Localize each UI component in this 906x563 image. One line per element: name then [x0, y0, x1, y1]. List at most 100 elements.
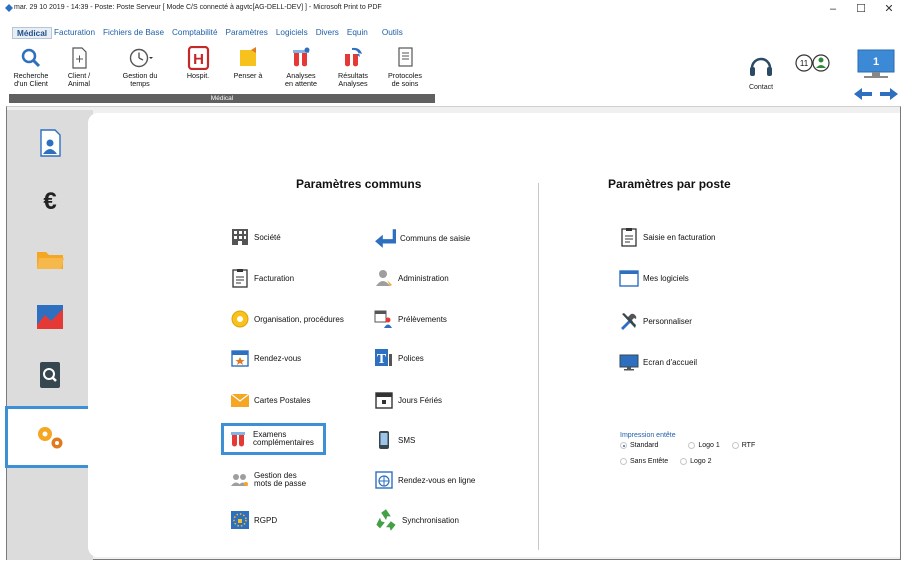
- impression-entete-group: Impression entête Standard Logo 1 RTF Sa…: [620, 432, 765, 467]
- svg-text:T: T: [377, 352, 387, 367]
- item-rendez-vous[interactable]: Rendez-vous: [230, 348, 301, 368]
- calendar-people-icon: [374, 310, 392, 328]
- protocoles-de-soins-button[interactable]: Protocoles de soins: [383, 46, 427, 87]
- radio-rtf[interactable]: RTF: [731, 442, 755, 449]
- item-mes-logiciels[interactable]: Mes logiciels: [619, 268, 689, 288]
- font-icon: T: [375, 349, 392, 367]
- item-rgpd[interactable]: RGPD: [230, 510, 277, 530]
- menu-fichiers-de-base[interactable]: Fichiers de Base: [99, 27, 168, 39]
- lab-flasks-icon: [293, 47, 310, 67]
- svg-text:H: H: [193, 51, 204, 68]
- sidebar-item-search[interactable]: [7, 346, 93, 404]
- impression-entete-label: Impression entête: [620, 432, 676, 439]
- item-examens-complementaires[interactable]: Examens complémentaires: [221, 423, 326, 455]
- sidebar: €: [5, 110, 95, 560]
- item-polices[interactable]: T Polices: [374, 348, 424, 368]
- menu-logiciels[interactable]: Logiciels: [272, 27, 312, 39]
- chart-icon: [37, 305, 63, 329]
- item-facturation[interactable]: Facturation: [230, 268, 294, 288]
- item-gestion-mots-de-passe-label: Gestion des mots de passe: [254, 471, 307, 488]
- sidebar-item-stats[interactable]: [7, 288, 93, 346]
- penser-a-button[interactable]: Penser à: [231, 46, 265, 80]
- item-communs-de-saisie[interactable]: Communs de saisie: [374, 227, 470, 249]
- client-animal-button[interactable]: Client / Animal: [61, 46, 97, 87]
- item-personnaliser[interactable]: Personnaliser: [619, 311, 692, 331]
- item-prelevements[interactable]: Prélèvements: [374, 309, 447, 329]
- sidebar-item-files[interactable]: [7, 230, 93, 288]
- item-ecran-d-accueil[interactable]: Ecran d'accueil: [619, 352, 697, 372]
- item-facturation-label: Facturation: [254, 273, 295, 283]
- calendar-star-icon: [231, 350, 249, 367]
- menu-equin[interactable]: Equin: [343, 27, 372, 39]
- item-communs-de-saisie-label: Communs de saisie: [400, 233, 471, 243]
- item-jours-feries[interactable]: Jours Fériés: [374, 390, 442, 410]
- clipboard-icon: [621, 228, 637, 247]
- radio-sans-entete[interactable]: Sans Entête: [620, 458, 668, 465]
- contact-button[interactable]: Contact: [744, 52, 778, 91]
- menu-facturation[interactable]: Facturation: [52, 27, 99, 39]
- item-jours-feries-label: Jours Fériés: [398, 395, 443, 405]
- resultats-analyses-button[interactable]: Résultats Analyses: [333, 46, 373, 87]
- item-rendez-vous-label: Rendez-vous: [254, 353, 302, 363]
- item-rendez-vous-en-ligne[interactable]: Rendez-vous en ligne: [374, 470, 475, 490]
- item-administration[interactable]: Administration: [374, 268, 449, 288]
- item-sms[interactable]: SMS: [374, 430, 415, 450]
- search-client-button[interactable]: Recherche d'un Client: [11, 46, 51, 87]
- arrow-left-icon: [854, 88, 872, 100]
- gears-icon: [38, 427, 63, 449]
- menu-divers[interactable]: Divers: [312, 27, 343, 39]
- sidebar-item-settings[interactable]: [5, 406, 95, 468]
- menu-outils[interactable]: Outils: [378, 27, 407, 39]
- menu-parametres[interactable]: Paramètres: [222, 27, 272, 39]
- hospit-label: Hospit.: [186, 71, 210, 80]
- hospital-icon: H: [187, 46, 210, 70]
- item-organisation-label: Organisation, procédures: [254, 314, 344, 324]
- time-management-label: Gestion du temps: [122, 71, 158, 88]
- hospit-button[interactable]: H Hospit.: [181, 46, 215, 80]
- online-calendar-icon: [375, 471, 393, 489]
- item-rgpd-label: RGPD: [254, 515, 278, 525]
- analyses-en-attente-button[interactable]: Analyses en attente: [279, 46, 323, 87]
- item-gestion-mots-de-passe[interactable]: Gestion des mots de passe: [230, 470, 306, 490]
- protocoles-de-soins-label: Protocoles de soins: [388, 71, 422, 88]
- radio-logo-2[interactable]: Logo 2: [680, 458, 712, 465]
- svg-text:€: €: [43, 188, 56, 215]
- menu-comptabilite[interactable]: Comptabilité: [168, 27, 222, 39]
- users-badge[interactable]: 11: [794, 53, 832, 75]
- close-button[interactable]: ✕: [874, 0, 904, 20]
- document-icon: [72, 47, 87, 69]
- test-tubes-icon: [231, 432, 245, 447]
- time-management-button[interactable]: Gestion du temps: [117, 46, 163, 87]
- item-cartes-postales[interactable]: Cartes Postales: [230, 390, 310, 410]
- envelope-icon: [230, 393, 250, 407]
- folder-icon: [37, 252, 64, 269]
- minimize-button[interactable]: –: [818, 0, 848, 20]
- menu-medical[interactable]: Médical: [12, 27, 53, 39]
- item-organisation[interactable]: Organisation, procédures: [230, 309, 344, 329]
- radio-logo-1[interactable]: Logo 1: [688, 442, 720, 449]
- section-divider: [538, 183, 539, 550]
- ribbon-medical: Recherche d'un Client Client / Animal Ge…: [9, 42, 435, 103]
- item-synchronisation[interactable]: Synchronisation: [374, 508, 459, 532]
- sidebar-item-finance[interactable]: €: [7, 172, 93, 230]
- item-societe[interactable]: Société: [230, 227, 281, 247]
- building-icon: [232, 229, 248, 245]
- lab-results-icon: [345, 47, 362, 67]
- sidebar-item-client[interactable]: [7, 114, 93, 172]
- euro-icon: €: [43, 188, 56, 215]
- radio-standard[interactable]: Standard: [620, 442, 658, 449]
- analyses-en-attente-label: Analyses en attente: [285, 71, 317, 88]
- item-cartes-postales-label: Cartes Postales: [254, 395, 311, 405]
- users-count-icon: 11: [795, 54, 830, 72]
- item-polices-label: Polices: [398, 353, 424, 363]
- radio-logo-1-label: Logo 1: [698, 442, 720, 449]
- maximize-button[interactable]: ☐: [846, 0, 876, 20]
- screen-switcher[interactable]: 1: [852, 48, 900, 108]
- contact-label: Contact: [748, 84, 774, 91]
- item-saisie-en-facturation[interactable]: Saisie en facturation: [619, 227, 716, 247]
- item-sms-label: SMS: [398, 435, 416, 445]
- protocol-icon: [398, 47, 413, 67]
- search-document-icon: [40, 362, 60, 388]
- search-client-label: Recherche d'un Client: [13, 71, 49, 88]
- monitor-icon: [619, 354, 639, 371]
